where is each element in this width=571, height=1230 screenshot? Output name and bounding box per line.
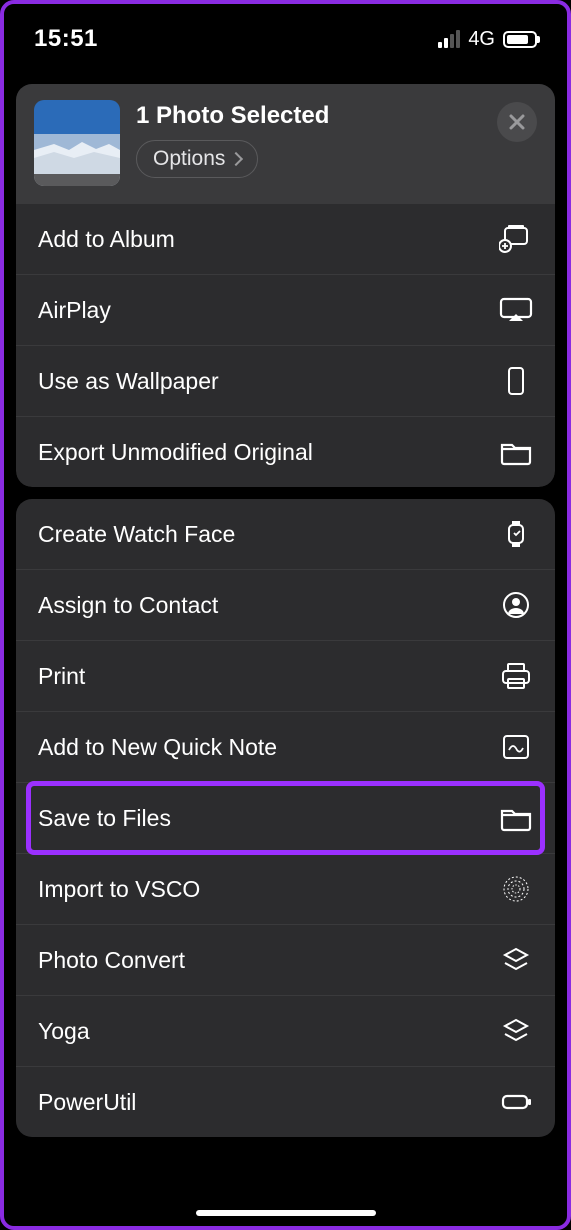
action-add-to-album[interactable]: Add to Album [16,204,555,275]
vsco-icon [499,874,533,904]
action-airplay[interactable]: AirPlay [16,275,555,346]
battery-icon [503,31,537,48]
sheet-title: 1 Photo Selected [136,102,329,130]
action-add-quick-note[interactable]: Add to New Quick Note [16,712,555,783]
home-indicator[interactable] [196,1210,376,1216]
airplay-icon [499,295,533,325]
action-powerutil[interactable]: PowerUtil [16,1067,555,1137]
action-print[interactable]: Print [16,641,555,712]
quick-note-icon [499,732,533,762]
cellular-signal-icon [438,30,460,48]
sheet-header: 1 Photo Selected Options [16,84,555,204]
network-label: 4G [468,28,495,51]
action-yoga[interactable]: Yoga [16,996,555,1067]
phone-icon [499,366,533,396]
action-use-as-wallpaper[interactable]: Use as Wallpaper [16,346,555,417]
album-icon [499,224,533,254]
close-button[interactable] [497,102,537,142]
stack-icon [499,945,533,975]
share-sheet: 1 Photo Selected Options Add to Album [16,84,555,487]
photo-thumbnail[interactable] [34,100,120,186]
status-right: 4G [438,28,537,51]
action-export-unmodified[interactable]: Export Unmodified Original [16,417,555,487]
contact-icon [499,590,533,620]
action-save-to-files[interactable]: Save to Files [16,783,555,854]
folder-icon [499,803,533,833]
action-photo-convert[interactable]: Photo Convert [16,925,555,996]
status-time: 15:51 [34,25,98,53]
options-label: Options [153,147,225,171]
action-create-watch-face[interactable]: Create Watch Face [16,499,555,570]
stack-icon [499,1016,533,1046]
chevron-right-icon [229,152,243,166]
action-group-2: Create Watch Face Assign to Contact Prin… [16,499,555,1137]
battery-shortcut-icon [499,1087,533,1117]
folder-icon [499,437,533,467]
status-bar: 15:51 4G [4,4,567,64]
options-button[interactable]: Options [136,140,258,178]
close-icon [508,113,526,131]
edit-actions-link[interactable]: Edit Actions [4,1137,567,1157]
watch-icon [499,519,533,549]
action-import-vsco[interactable]: Import to VSCO [16,854,555,925]
action-assign-to-contact[interactable]: Assign to Contact [16,570,555,641]
printer-icon [499,661,533,691]
action-group-1: Add to Album AirPlay Use as Wallpaper [16,204,555,487]
